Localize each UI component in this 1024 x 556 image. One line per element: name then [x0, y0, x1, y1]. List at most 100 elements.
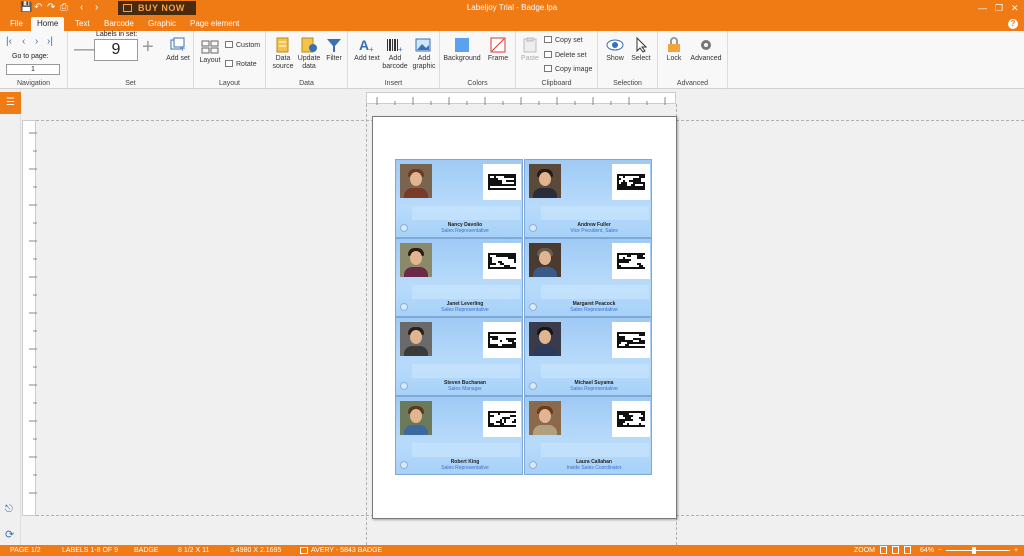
logo-icon: [529, 461, 537, 469]
barcode-image: [483, 401, 521, 437]
layout-button[interactable]: Layout: [198, 39, 222, 65]
logo-icon: [529, 224, 537, 232]
lock-icon: [668, 37, 680, 52]
tab-home[interactable]: Home: [31, 17, 65, 31]
badge-label[interactable]: Michael Suyama Sales Representative: [524, 317, 652, 396]
logo-icon: [400, 224, 408, 232]
group-data: Data source Update data Filter Data: [266, 31, 348, 89]
tab-text[interactable]: Text: [69, 17, 96, 31]
close-icon[interactable]: ✕: [1011, 2, 1019, 14]
status-size: 3.4980 X 2.1695: [230, 547, 282, 554]
group-selection: Show Select Selection: [598, 31, 658, 89]
update-data-button[interactable]: Update data: [296, 37, 322, 71]
minimize-icon[interactable]: —: [978, 2, 987, 14]
zoom-slider[interactable]: [946, 550, 1010, 551]
cursor-icon: [636, 37, 648, 53]
refresh-icon[interactable]: ⟳: [5, 528, 14, 541]
status-labels: LABELS 1-8 OF 9: [62, 547, 119, 554]
horizontal-ruler-ticks: [376, 97, 666, 105]
employee-title: Vice President, Sales: [570, 228, 618, 234]
advanced-button[interactable]: Advanced: [688, 37, 724, 63]
badge-label[interactable]: Laura Callahan Inside Sales Coordinator: [524, 396, 652, 475]
barcode-image: [612, 401, 650, 437]
add-barcode-icon: +: [387, 39, 403, 53]
logo-icon: [400, 303, 408, 311]
svg-text:+: +: [369, 45, 374, 53]
select-button[interactable]: Select: [628, 37, 654, 63]
paste-button[interactable]: Paste: [518, 37, 542, 63]
update-data-icon: [301, 37, 317, 53]
tab-graphic[interactable]: Graphic: [142, 17, 182, 31]
copy-image-button[interactable]: Copy image: [544, 65, 592, 75]
zoom-slider-thumb[interactable]: [972, 547, 976, 554]
zoom-fit-width-icon[interactable]: [880, 546, 887, 554]
add-text-button[interactable]: A + Add text: [354, 37, 380, 63]
badge-label[interactable]: Steven Buchanan Sales Manager: [395, 317, 523, 396]
employee-title: Sales Manager: [448, 386, 482, 392]
employee-photo: [529, 164, 561, 198]
status-paper: 8 1/2 X 11: [178, 547, 210, 554]
lock-button[interactable]: Lock: [662, 37, 686, 63]
goto-page-label: Go to page:: [12, 53, 49, 60]
logo-icon: [400, 382, 408, 390]
badge-label[interactable]: Margaret Peacock Sales Representative: [524, 238, 652, 317]
horizontal-ruler: [366, 92, 676, 105]
badge-stripe: [541, 443, 649, 457]
add-graphic-button[interactable]: Add graphic: [410, 37, 438, 71]
status-bar: PAGE 1/2 LABELS 1-8 OF 9 BADGE 8 1/2 X 1…: [0, 545, 1024, 556]
filter-button[interactable]: Filter: [322, 37, 346, 63]
barcode-image: [483, 164, 521, 200]
window-title: Labeljoy Trial - Badge.lpa: [466, 3, 558, 12]
tab-file[interactable]: File: [4, 17, 29, 31]
labels-in-set-input[interactable]: 9: [94, 39, 138, 61]
template-icon: [300, 547, 308, 554]
show-button[interactable]: Show: [602, 37, 628, 63]
badge-stripe: [541, 206, 649, 220]
title-bar: 💾 ↶ ↷ ⎙ ‹ › BUY NOW Labeljoy Trial - Bad…: [0, 0, 1024, 17]
data-source-button[interactable]: Data source: [270, 37, 296, 71]
badge-stripe: [541, 364, 649, 378]
ribbon: |‹ ‹ › ›| Go to page: 1 Navigation Label…: [0, 31, 1024, 89]
group-clipboard: Paste Copy set Delete set Copy image Cli…: [516, 31, 598, 89]
custom-button[interactable]: Custom: [225, 41, 260, 51]
badge-label[interactable]: Robert King Sales Representative: [395, 396, 523, 475]
help-icon[interactable]: ?: [1008, 19, 1018, 29]
badge-stripe: [412, 206, 520, 220]
zoom-actual-icon[interactable]: [904, 546, 911, 554]
first-page-icon[interactable]: |‹: [6, 36, 12, 47]
employee-photo: [400, 322, 432, 356]
delete-set-button[interactable]: Delete set: [544, 51, 587, 61]
decrease-icon[interactable]: —: [74, 39, 94, 59]
barcode-image: [483, 243, 521, 279]
prev-page-icon[interactable]: ‹: [22, 36, 25, 47]
svg-text:+: +: [398, 45, 403, 53]
badge-label[interactable]: Andrew Fuller Vice President, Sales: [524, 159, 652, 238]
last-page-icon[interactable]: ›|: [47, 36, 53, 47]
add-set-icon: +: [170, 37, 185, 53]
left-toolbar: [0, 89, 21, 545]
frame-button[interactable]: Frame: [484, 37, 512, 63]
rotate-button[interactable]: Rotate: [225, 60, 257, 70]
increase-icon[interactable]: +: [142, 37, 154, 57]
zoom-out-icon[interactable]: −: [938, 545, 942, 556]
badge-label[interactable]: Nancy Davolio Sales Representative: [395, 159, 523, 238]
badge-label[interactable]: Janet Leverling Sales Representative: [395, 238, 523, 317]
background-button[interactable]: Background: [442, 37, 482, 63]
next-page-icon[interactable]: ›: [35, 36, 38, 47]
panel-toggle-icon[interactable]: ☰: [0, 92, 21, 114]
copy-set-button[interactable]: Copy set: [544, 36, 583, 46]
add-graphic-icon: [415, 38, 431, 52]
tab-page-element[interactable]: Page element: [184, 17, 245, 31]
plug-icon[interactable]: ⎋: [5, 504, 13, 515]
tab-barcode[interactable]: Barcode: [98, 17, 140, 31]
employee-title: Sales Representative: [441, 307, 489, 313]
add-set-button[interactable]: + Add set: [166, 37, 190, 63]
goto-page-input[interactable]: 1: [6, 64, 60, 75]
group-layout: Layout Custom Rotate Layout: [194, 31, 266, 89]
zoom-in-icon[interactable]: +: [1014, 545, 1018, 556]
employee-title: Sales Representative: [570, 386, 618, 392]
add-barcode-button[interactable]: + Add barcode: [380, 37, 410, 71]
zoom-fit-page-icon[interactable]: [892, 546, 899, 554]
group-label-data: Data: [299, 80, 314, 87]
restore-icon[interactable]: ❐: [995, 2, 1003, 14]
